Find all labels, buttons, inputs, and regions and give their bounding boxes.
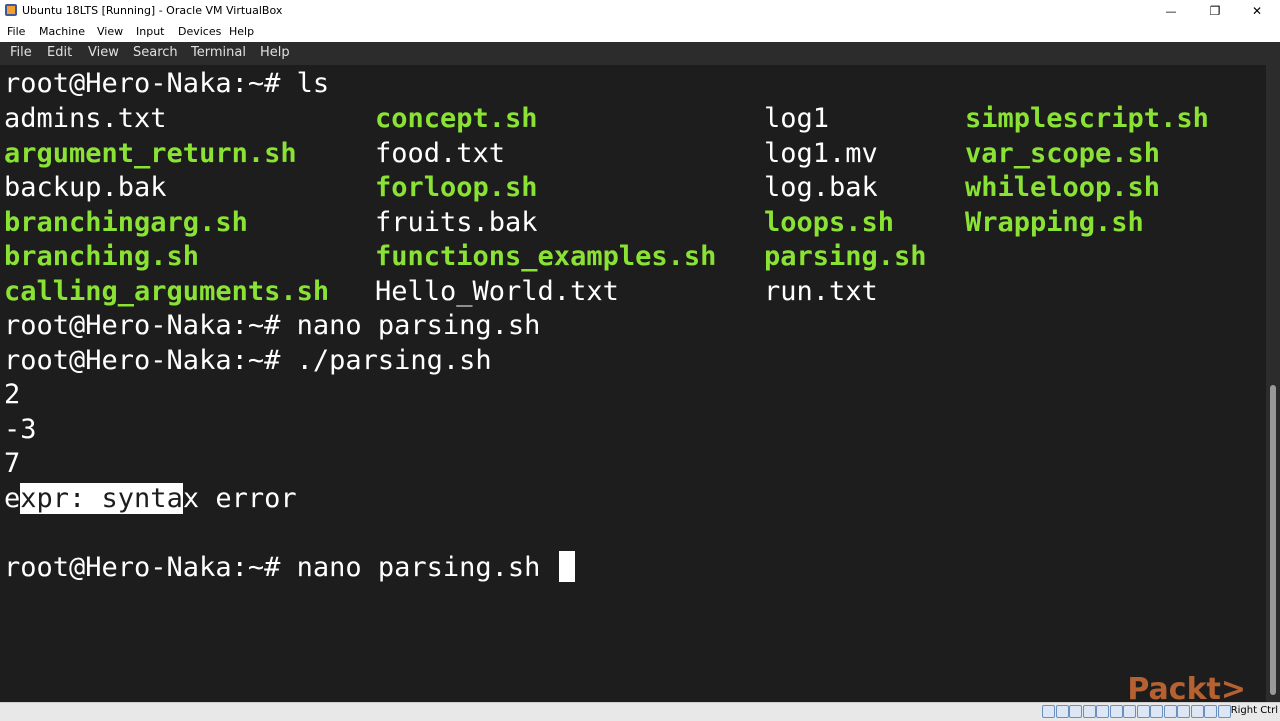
status-device-icon[interactable] xyxy=(1096,705,1109,718)
ls-entry: fruits.bak xyxy=(375,206,538,238)
ls-entry: calling_arguments.sh xyxy=(4,276,330,307)
terminal-menu-view[interactable]: View xyxy=(88,45,119,60)
vbox-statusbar: Right Ctrl xyxy=(0,702,1280,721)
minimize-button[interactable]: — xyxy=(1148,0,1194,22)
ls-entry: log1.mv xyxy=(764,137,878,169)
prompt: root@Hero-Naka:~# xyxy=(4,345,281,376)
terminal-window[interactable]: File Edit View Search Terminal Help root… xyxy=(0,42,1280,702)
ls-entry: concept.sh xyxy=(375,103,538,134)
window-titlebar: Ubuntu 18LTS [Running] - Oracle VM Virtu… xyxy=(0,0,1280,22)
minimize-icon: — xyxy=(1165,4,1177,18)
status-device-icon[interactable] xyxy=(1082,705,1096,718)
command: ls xyxy=(296,68,330,99)
window-title: Ubuntu 18LTS [Running] - Oracle VM Virtu… xyxy=(22,4,283,17)
vbox-menu-input[interactable]: Input xyxy=(136,25,164,38)
text-selection[interactable]: xpr: synta xyxy=(20,483,183,514)
ls-entry: Wrapping.sh xyxy=(965,206,1144,238)
ls-entry: admins.txt xyxy=(4,103,167,134)
terminal-menu-search[interactable]: Search xyxy=(133,45,178,60)
terminal-scrollbar[interactable] xyxy=(1266,65,1280,702)
ls-entry: log1 xyxy=(764,103,830,134)
status-device-icon[interactable] xyxy=(1109,705,1123,718)
terminal-menubar: File Edit View Search Terminal Help xyxy=(0,42,1280,65)
terminal-menu-edit[interactable]: Edit xyxy=(47,45,72,60)
command: nano parsing.sh xyxy=(296,310,541,341)
vbox-menu-file[interactable]: File xyxy=(7,25,25,38)
restore-icon: ❐ xyxy=(1209,4,1221,18)
command: nano parsing.sh xyxy=(296,552,541,583)
vbox-menu-help[interactable]: Help xyxy=(229,25,254,38)
command-line-nano: root@Hero-Naka:~# nano parsing.sh xyxy=(4,309,540,343)
ls-entry: whileloop.sh xyxy=(965,172,1161,204)
error-text-post: x error xyxy=(182,483,297,514)
ls-entry: log.bak xyxy=(764,172,878,204)
command-line-current: root@Hero-Naka:~# nano parsing.sh xyxy=(4,551,575,585)
ls-entry: argument_return.sh xyxy=(4,137,297,169)
vbox-menu-machine[interactable]: Machine xyxy=(39,25,85,38)
output-line: 7 xyxy=(4,448,21,479)
command-line-ls: root@Hero-Naka:~# ls xyxy=(4,67,329,101)
scrollbar-thumb[interactable] xyxy=(1270,385,1276,695)
vbox-menu-devices[interactable]: Devices xyxy=(178,25,221,38)
ls-entry: run.txt xyxy=(764,276,878,307)
text-cursor xyxy=(558,551,575,582)
ls-entry: food.txt xyxy=(375,137,506,169)
ls-entry: Hello_World.txt xyxy=(375,276,619,307)
command: ./parsing.sh xyxy=(296,345,492,376)
ls-entry: branchingarg.sh xyxy=(4,206,248,238)
ls-entry: var_scope.sh xyxy=(965,137,1161,169)
close-icon: ✕ xyxy=(1251,4,1263,18)
vbox-menubar: File Machine View Input Devices Help xyxy=(0,22,1280,42)
prompt: root@Hero-Naka:~# xyxy=(4,310,281,341)
command-line-run: root@Hero-Naka:~# ./parsing.sh xyxy=(4,344,492,378)
error-line: expr: syntax error xyxy=(4,482,297,516)
ls-entry: functions_examples.sh xyxy=(375,241,717,273)
close-button[interactable]: ✕ xyxy=(1234,0,1280,22)
terminal-menu-file[interactable]: File xyxy=(10,45,32,60)
status-device-icon[interactable] xyxy=(1055,705,1069,718)
terminal-menu-terminal[interactable]: Terminal xyxy=(191,45,246,60)
packt-logo-watermark: Packt> xyxy=(1127,672,1246,707)
output-line: -3 xyxy=(4,414,37,445)
ls-entry: forloop.sh xyxy=(375,172,538,204)
maximize-button[interactable]: ❐ xyxy=(1192,0,1238,22)
status-device-icon[interactable] xyxy=(1042,705,1055,718)
virtualbox-icon xyxy=(5,4,17,16)
ls-entry: parsing.sh xyxy=(764,241,927,273)
ls-entry: branching.sh xyxy=(4,241,200,273)
terminal-output[interactable]: root@Hero-Naka:~# ls admins.txt concept.s… xyxy=(0,65,1266,702)
ls-entry: backup.bak xyxy=(4,172,167,204)
prompt: root@Hero-Naka:~# xyxy=(4,552,281,583)
terminal-menu-help[interactable]: Help xyxy=(260,45,290,60)
output-line: 2 xyxy=(4,379,21,410)
status-device-icon[interactable] xyxy=(1069,705,1082,718)
prompt: root@Hero-Naka:~# xyxy=(4,68,281,99)
error-text-pre: e xyxy=(4,483,21,514)
ls-entry: loops.sh xyxy=(764,206,895,238)
ls-entry: simplescript.sh xyxy=(965,103,1209,134)
vbox-menu-view[interactable]: View xyxy=(97,25,123,38)
